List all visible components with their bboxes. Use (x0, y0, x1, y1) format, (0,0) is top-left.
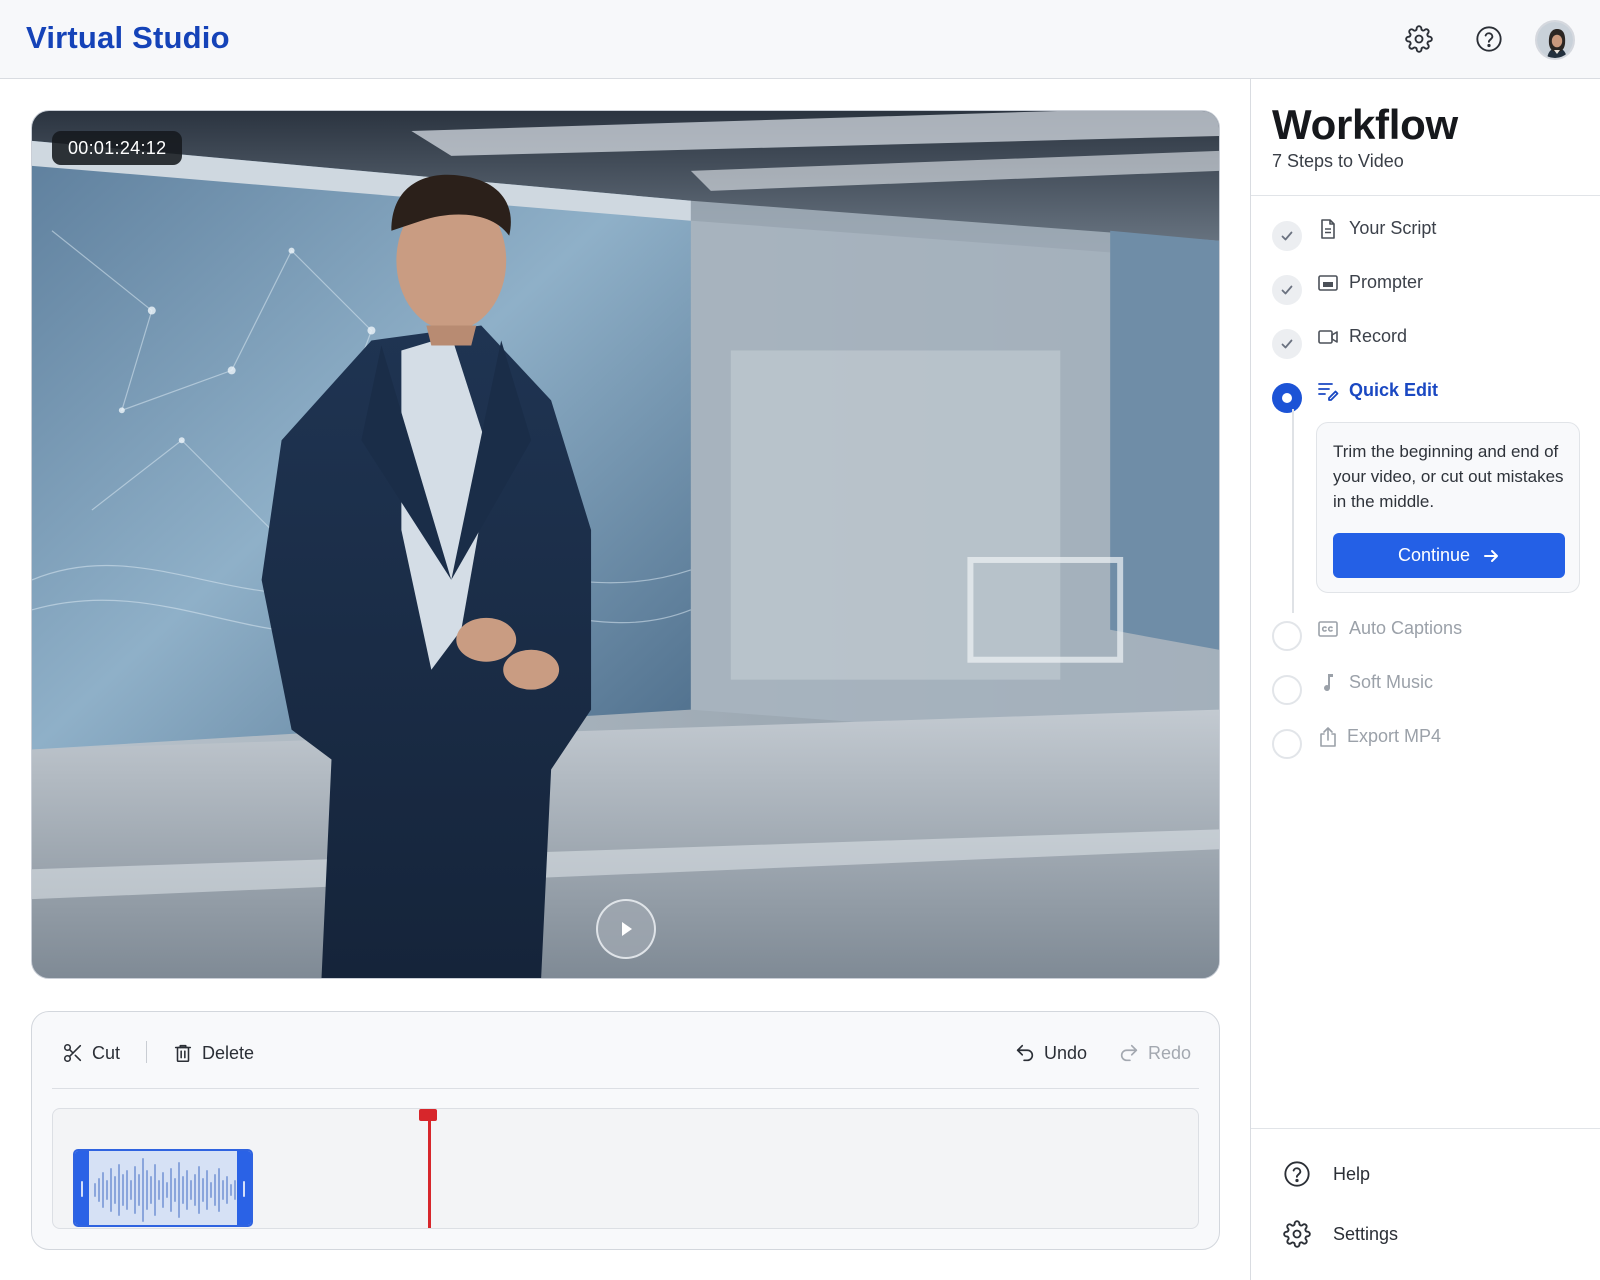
step-active-indicator (1272, 383, 1302, 413)
cut-button[interactable]: Cut (62, 1040, 120, 1066)
settings-link[interactable]: Settings (1283, 1219, 1583, 1249)
help-button[interactable] (1472, 22, 1506, 56)
arrow-right-icon (1484, 549, 1499, 562)
share-export-icon (1320, 727, 1336, 747)
gear-icon (1283, 1220, 1311, 1248)
workflow-title: Workflow (1272, 101, 1458, 148)
sidebar-footer-divider (1251, 1128, 1600, 1129)
redo-label: Redo (1148, 1042, 1192, 1063)
step-prompter[interactable]: Prompter (1272, 272, 1592, 305)
step-export-mp4[interactable]: Export MP4 (1272, 726, 1592, 759)
undo-icon (1016, 1044, 1034, 1062)
delete-label: Delete (202, 1042, 255, 1063)
trash-icon (174, 1044, 192, 1063)
top-bar: Virtual Studio (0, 0, 1600, 79)
play-button[interactable] (596, 899, 656, 959)
check-icon (1281, 231, 1293, 241)
app-title: Virtual Studio (26, 20, 230, 55)
workflow-subtitle: 7 Steps to Video (1272, 151, 1404, 171)
video-camera-icon (1318, 330, 1338, 344)
step-label: Record (1349, 326, 1408, 346)
step-pending-indicator (1272, 675, 1302, 705)
toolbar-divider (146, 1041, 147, 1063)
continue-button[interactable]: Continue (1333, 533, 1565, 578)
avatar-image (1537, 22, 1573, 58)
step-record[interactable]: Record (1272, 326, 1592, 359)
undo-label: Undo (1044, 1042, 1088, 1063)
workflow-sidebar: Workflow 7 Steps to Video Your Script Pr… (1250, 79, 1600, 1280)
step-check-indicator (1272, 221, 1302, 251)
step-label: Prompter (1349, 272, 1424, 292)
toolbar-divider-line (52, 1088, 1199, 1089)
waveform-graphic (94, 1158, 236, 1222)
edit-lines-icon (1318, 383, 1339, 401)
step-label: Your Script (1349, 218, 1437, 238)
delete-button[interactable]: Delete (172, 1040, 254, 1066)
quick-edit-card: Trim the beginning and end of your video… (1316, 422, 1580, 593)
step-auto-captions[interactable]: Auto Captions (1272, 618, 1592, 651)
closed-captions-icon (1318, 621, 1338, 637)
redo-icon (1120, 1044, 1138, 1062)
workflow-divider (1251, 195, 1600, 196)
playhead-line[interactable] (428, 1109, 431, 1228)
music-note-icon (1324, 674, 1333, 692)
help-label: Help (1333, 1163, 1371, 1184)
video-preview[interactable]: 00:01:24:12 (31, 110, 1220, 979)
editor-toolbar: Cut Delete Undo Redo (32, 1012, 1219, 1088)
undo-button[interactable]: Undo (1014, 1040, 1087, 1066)
redo-button[interactable]: Redo (1118, 1040, 1191, 1066)
step-pending-indicator (1272, 729, 1302, 759)
continue-label: Continue (1397, 545, 1471, 565)
document-icon (1321, 219, 1335, 239)
step-label: Auto Captions (1349, 618, 1463, 638)
settings-button[interactable] (1402, 22, 1436, 56)
check-icon (1281, 285, 1293, 295)
step-your-script[interactable]: Your Script (1272, 218, 1592, 251)
step-quick-edit[interactable]: Quick Edit (1272, 380, 1592, 413)
settings-label: Settings (1333, 1223, 1399, 1244)
editor-panel: Cut Delete Undo Redo (31, 1011, 1220, 1250)
prompter-icon (1318, 275, 1338, 291)
step-progress-rail (1292, 409, 1294, 613)
step-label: Quick Edit (1349, 380, 1439, 400)
check-icon (1281, 339, 1293, 349)
timeline-track[interactable] (52, 1108, 1199, 1229)
play-icon (622, 922, 632, 936)
step-check-indicator (1272, 275, 1302, 305)
step-label: Export MP4 (1347, 726, 1442, 746)
quick-edit-description: Trim the beginning and end of your video… (1333, 442, 1564, 511)
help-icon (1476, 26, 1502, 52)
gear-icon (1405, 25, 1433, 53)
user-avatar[interactable] (1535, 20, 1575, 60)
step-soft-music[interactable]: Soft Music (1272, 672, 1592, 705)
help-icon (1284, 1161, 1310, 1187)
help-link[interactable]: Help (1283, 1159, 1583, 1189)
step-label: Soft Music (1349, 672, 1434, 692)
timecode-badge: 00:01:24:12 (52, 131, 183, 165)
scissors-icon (63, 1043, 82, 1063)
clip-trim-handle-right[interactable] (237, 1151, 251, 1225)
studio-scene-image (32, 111, 1219, 978)
step-pending-indicator (1272, 621, 1302, 651)
cut-label: Cut (92, 1042, 121, 1063)
step-check-indicator (1272, 329, 1302, 359)
audio-clip[interactable] (73, 1149, 253, 1227)
clip-trim-handle-left[interactable] (75, 1151, 89, 1225)
